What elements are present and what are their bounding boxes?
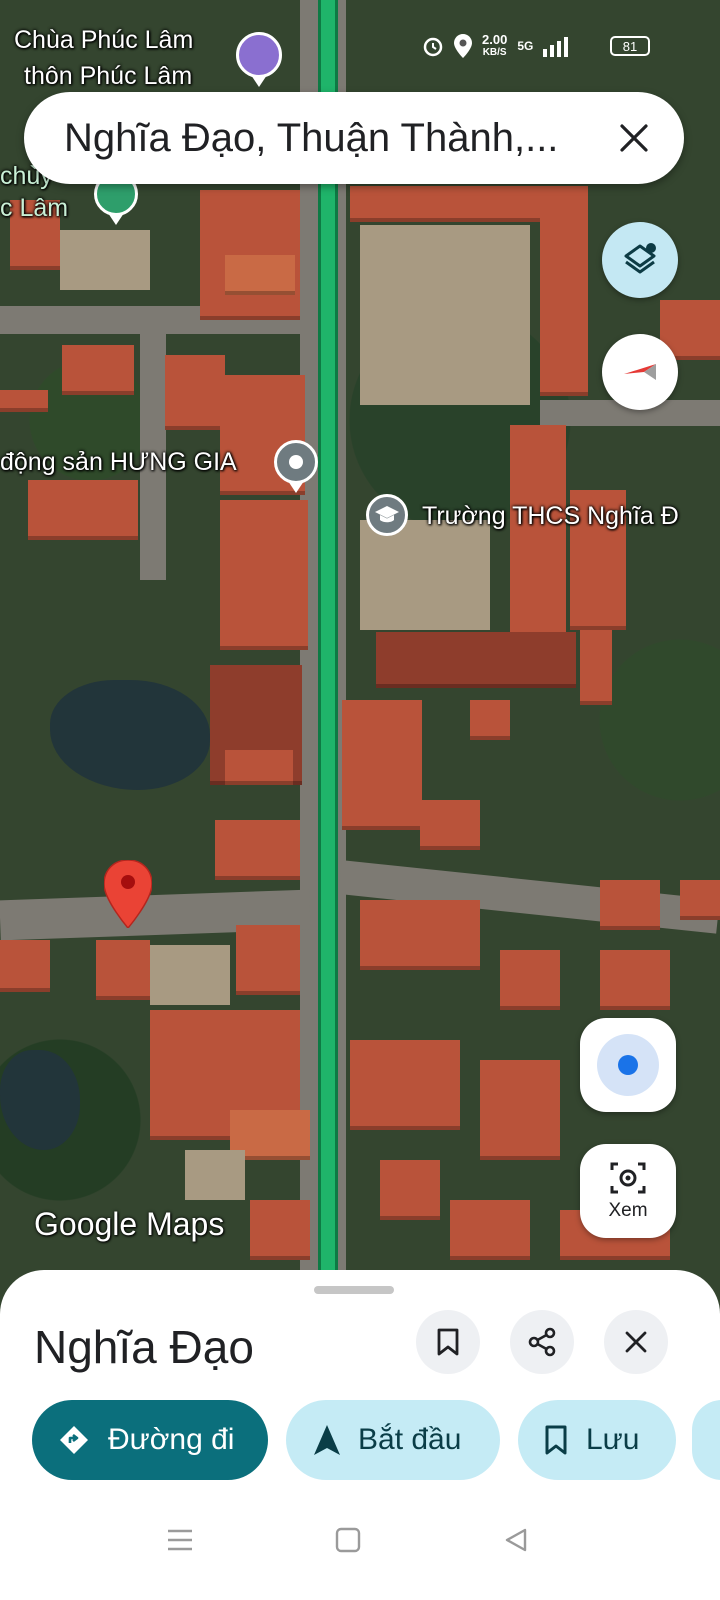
recent-apps-button[interactable] [160, 1520, 200, 1560]
lens-label: Xem [608, 1200, 648, 1221]
building [165, 355, 225, 430]
map-label-school[interactable]: Trường THCS Nghĩa Đ [422, 502, 679, 531]
map-label-real-estate[interactable]: động sản HƯNG GIA [0, 448, 237, 477]
building [360, 900, 480, 970]
location-dot [618, 1055, 638, 1075]
signal-icon [543, 37, 569, 57]
pond [0, 1050, 80, 1150]
building [225, 255, 295, 295]
building [0, 390, 48, 412]
share-button[interactable] [510, 1310, 574, 1374]
my-location-icon [597, 1034, 659, 1096]
system-navigation-bar [0, 1490, 720, 1600]
save-button[interactable]: Lưu [518, 1400, 676, 1480]
building [376, 632, 576, 688]
building [236, 925, 300, 995]
poi-dot [289, 455, 303, 469]
building [470, 700, 510, 740]
map-label-cut[interactable]: c Lâm [0, 194, 68, 223]
share-icon [528, 1327, 556, 1357]
network-type: 5G [517, 39, 534, 53]
directions-icon [58, 1424, 90, 1456]
search-bar[interactable]: Nghĩa Đạo, Thuận Thành,... [24, 92, 684, 184]
battery-level: 81 [622, 38, 638, 54]
building [680, 880, 720, 920]
school-yard [360, 225, 530, 405]
building [510, 425, 566, 645]
home-button[interactable] [328, 1520, 368, 1560]
yard [150, 945, 230, 1005]
drag-handle[interactable] [314, 1286, 394, 1294]
place-marker-icon[interactable] [104, 860, 152, 928]
yard [60, 230, 150, 290]
building [600, 880, 660, 930]
route-line [318, 0, 338, 1330]
building [540, 186, 588, 396]
back-button[interactable] [496, 1520, 536, 1560]
building [580, 630, 612, 705]
place-title: Nghĩa Đạo [34, 1321, 254, 1373]
bookmark-icon [437, 1328, 459, 1356]
google-maps-watermark: Google Maps [34, 1206, 225, 1242]
square-icon [335, 1527, 361, 1553]
school-yard [360, 520, 490, 630]
location-icon [454, 34, 472, 58]
network-speed: 2.00 KB/S [482, 33, 507, 59]
bookmark-button[interactable] [416, 1310, 480, 1374]
close-sheet-button[interactable] [604, 1310, 668, 1374]
street-view-lens-button[interactable]: Xem [580, 1144, 676, 1238]
close-icon [620, 124, 648, 152]
back-triangle-icon [505, 1528, 527, 1552]
building [220, 500, 308, 650]
net-speed-value: 2.00 [482, 32, 508, 47]
building [420, 800, 480, 850]
more-actions-chip[interactable] [692, 1400, 720, 1480]
building [250, 1200, 310, 1260]
save-label: Lưu [586, 1423, 640, 1456]
pagoda-icon[interactable] [236, 32, 282, 78]
layers-button[interactable] [602, 222, 678, 298]
map-label-pagoda[interactable]: Chùa Phúc Lâm [14, 26, 193, 55]
my-location-button[interactable] [580, 1018, 676, 1112]
start-navigation-button[interactable]: Bắt đầu [286, 1400, 500, 1480]
directions-button[interactable]: Đường đi [32, 1400, 268, 1480]
school-icon[interactable] [366, 494, 408, 536]
alarm-icon [423, 37, 443, 57]
menu-icon [168, 1529, 192, 1551]
navigation-arrow-icon [314, 1425, 340, 1455]
close-icon [625, 1331, 647, 1353]
compass-icon [624, 364, 656, 380]
clear-search-button[interactable] [606, 110, 662, 166]
bookmark-icon [544, 1425, 568, 1455]
start-label: Bắt đầu [358, 1423, 462, 1456]
building [450, 1200, 530, 1260]
satellite-map[interactable]: Chùa Phúc Lâm thôn Phúc Lâm chùy c Lâm đ… [0, 0, 720, 1330]
directions-label: Đường đi [108, 1423, 235, 1456]
building [350, 186, 570, 222]
building [0, 940, 50, 992]
building [62, 345, 134, 395]
building [215, 820, 300, 880]
building [342, 700, 422, 830]
poi-pin-icon[interactable] [274, 440, 318, 484]
yard [185, 1150, 245, 1200]
building [350, 1040, 460, 1130]
building [225, 750, 293, 785]
map-label-village[interactable]: thôn Phúc Lâm [24, 62, 192, 91]
building [96, 940, 150, 1000]
search-query[interactable]: Nghĩa Đạo, Thuận Thành,... [64, 116, 584, 161]
building [600, 950, 670, 1010]
compass-button[interactable] [602, 334, 678, 410]
graduation-cap-icon [375, 506, 399, 523]
building [500, 950, 560, 1010]
layers-icon [624, 243, 656, 274]
camera-lens-icon [610, 1162, 646, 1194]
net-speed-unit: KB/S [482, 47, 507, 58]
battery-icon: 81 [610, 36, 650, 56]
building [28, 480, 138, 540]
pond [50, 680, 210, 790]
building [480, 1060, 560, 1160]
building [380, 1160, 440, 1220]
